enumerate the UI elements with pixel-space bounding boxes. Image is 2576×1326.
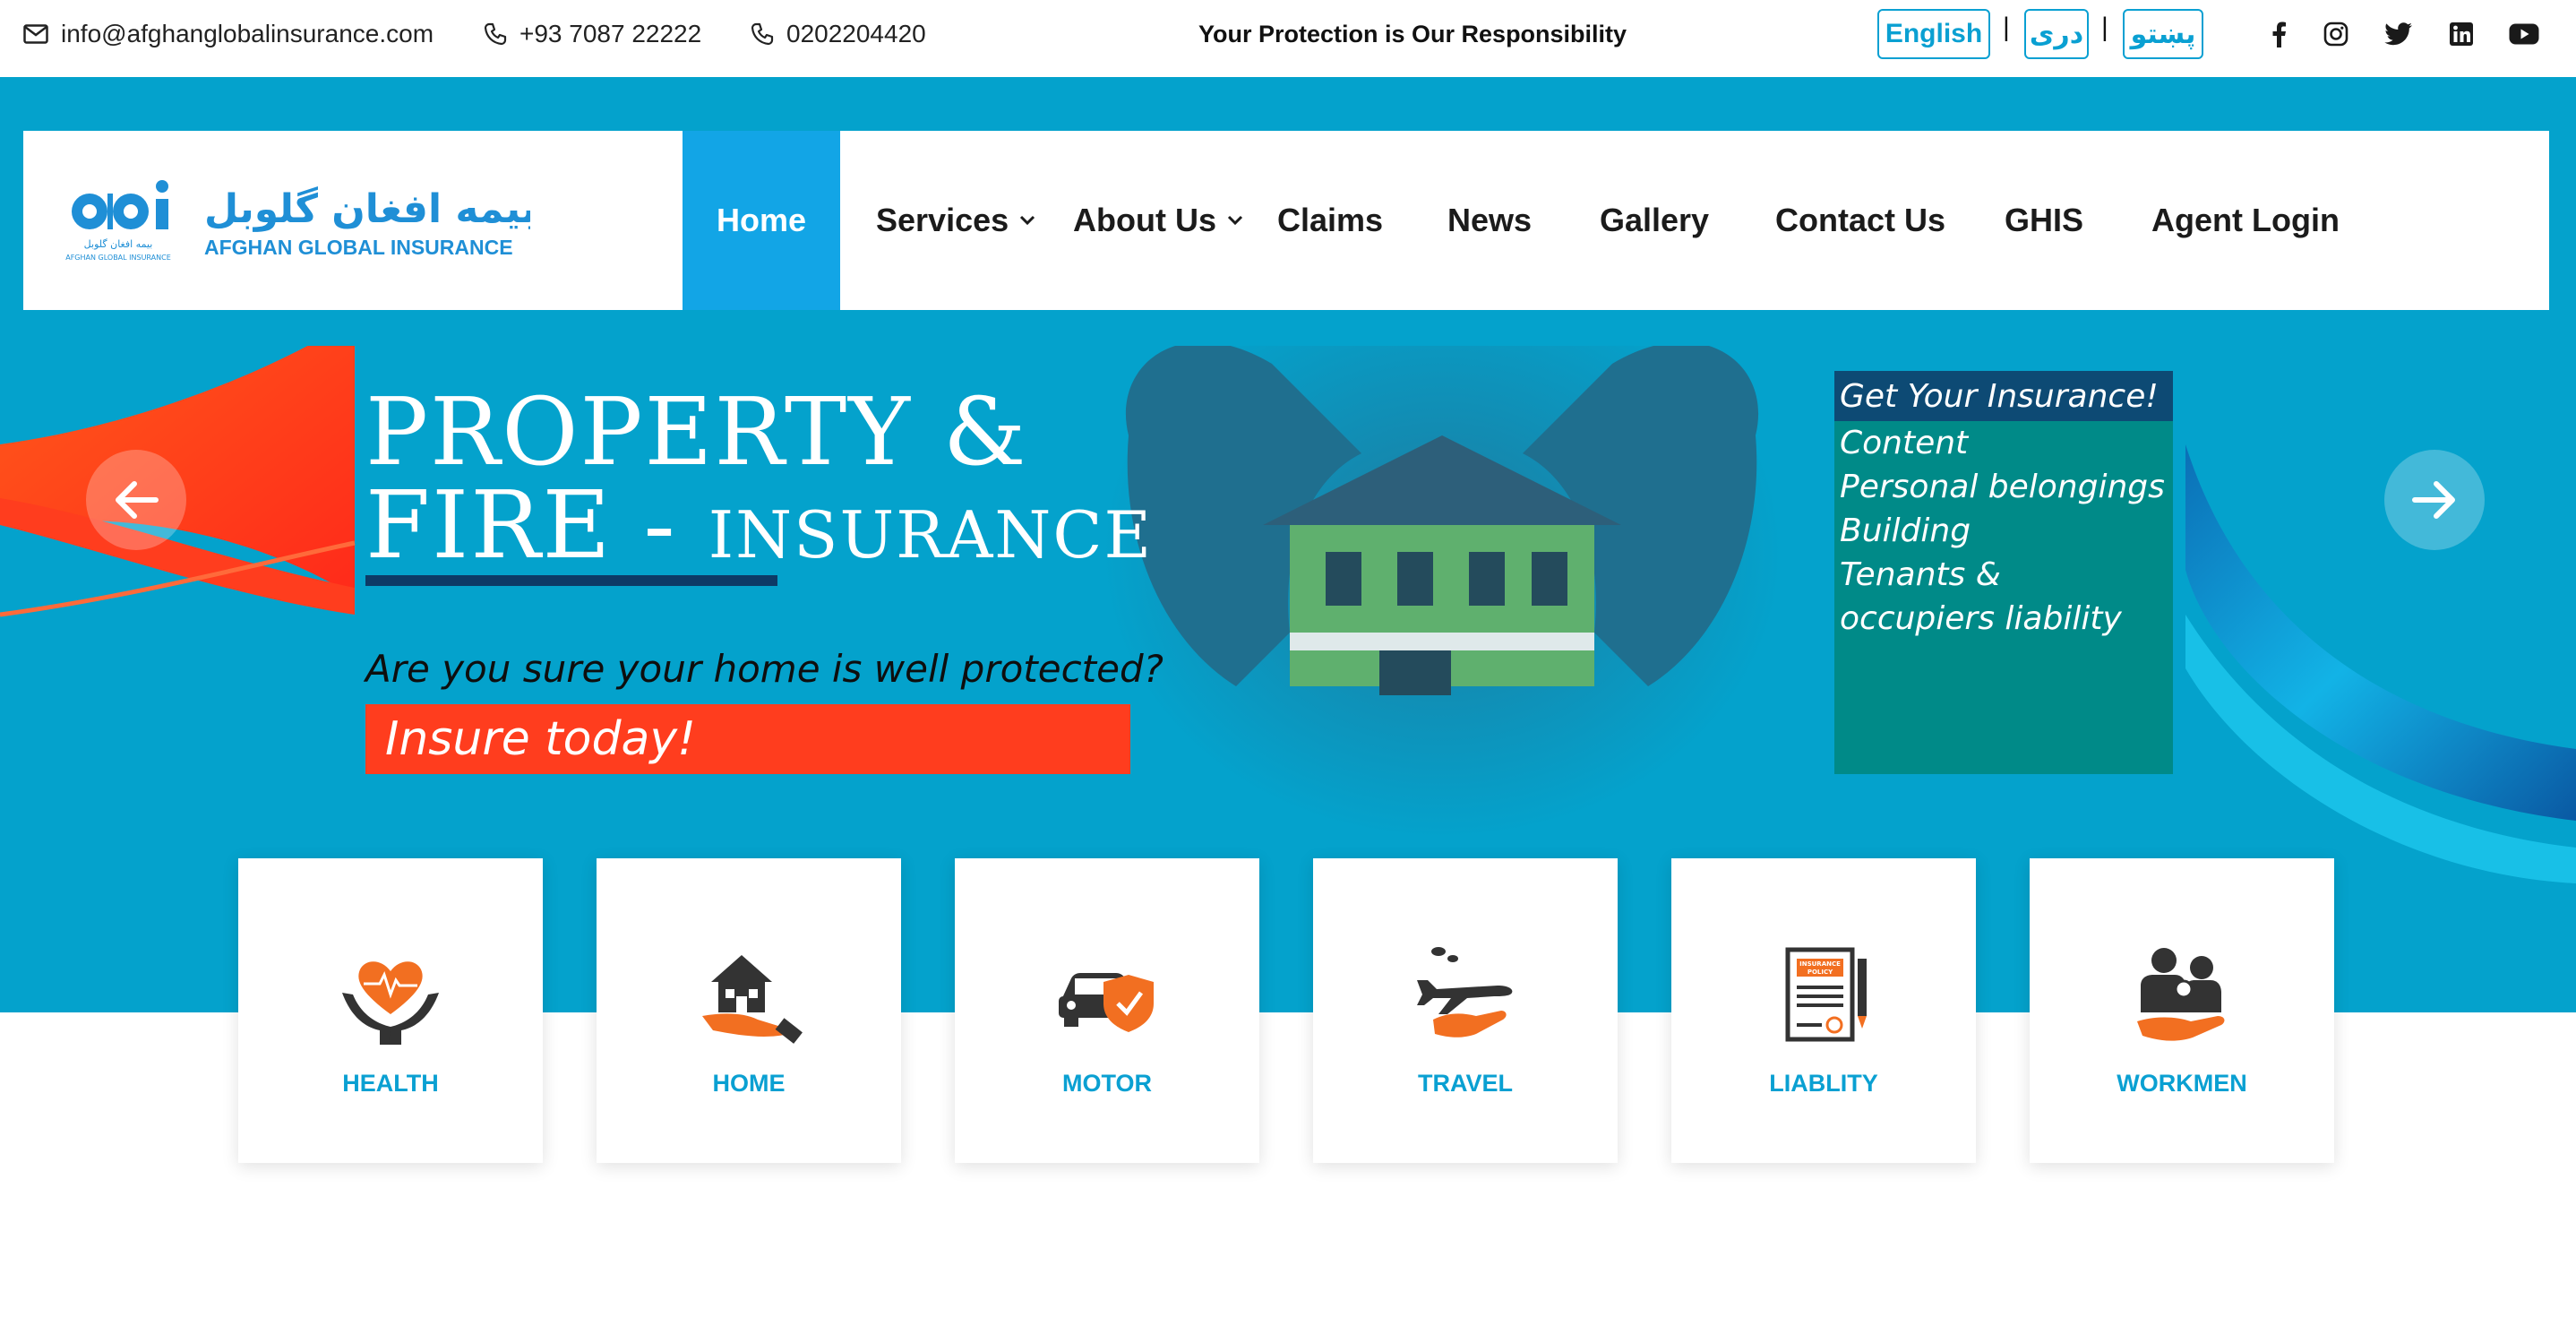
chevron-down-icon	[1020, 215, 1035, 226]
phone-icon	[484, 22, 507, 46]
svg-text:POLICY: POLICY	[1807, 969, 1833, 976]
phone-text-2: 0202204420	[786, 20, 926, 47]
lang-dari[interactable]: دری	[2024, 9, 2089, 59]
logo-mark-caption-fa: بیمه افغان گلوبل	[84, 238, 153, 250]
phone-contact-2[interactable]: 0202204420	[751, 0, 926, 68]
nav-about-us-label: About Us	[1073, 202, 1216, 238]
svg-text:INSURANCE: INSURANCE	[1799, 960, 1841, 968]
category-label: MOTOR	[1062, 1070, 1152, 1097]
workmen-icon	[2137, 948, 2225, 1041]
arrow-left-icon	[116, 481, 159, 519]
tagline: Your Protection is Our Responsibility	[1198, 20, 1627, 47]
category-card-liability[interactable]: INSURANCE POLICY LIABLITY	[1671, 858, 1976, 1163]
headline-underline	[365, 575, 777, 586]
slide-headline-small: INSURANCE	[708, 497, 1154, 573]
slide-headline-line1: PROPERTY &	[365, 377, 1028, 486]
category-label: WORKMEN	[2117, 1070, 2247, 1097]
nav-about-us[interactable]: About Us	[1073, 131, 1243, 310]
nav-gallery[interactable]: Gallery	[1600, 131, 1709, 310]
instagram-icon[interactable]	[2320, 18, 2352, 50]
category-card-workmen[interactable]: WORKMEN	[2030, 858, 2334, 1163]
top-bar: info@afghanglobalinsurance.com +93 7087 …	[0, 0, 2576, 77]
category-label: HEALTH	[342, 1070, 439, 1097]
lang-english[interactable]: English	[1877, 9, 1990, 59]
panel-item: Content	[1840, 425, 1969, 461]
panel-item: Tenants &	[1840, 556, 2001, 593]
slide-question: Are you sure your home is well protected…	[365, 647, 1163, 691]
category-label: HOME	[712, 1070, 786, 1097]
category-label: TRAVEL	[1418, 1070, 1513, 1097]
nav-claims[interactable]: Claims	[1277, 131, 1383, 310]
phone-icon	[751, 22, 774, 46]
panel-title: Get Your Insurance!	[1834, 371, 2173, 421]
slide-headline-line2: FIRE - INSURANCE	[365, 478, 1153, 572]
panel-item: occupiers liability	[1840, 600, 2122, 637]
category-label: LIABLITY	[1769, 1070, 1878, 1097]
logo-name-fa: بیمه افغان گلوبل	[204, 185, 530, 232]
nav-agent-login[interactable]: Agent Login	[2151, 131, 2340, 310]
category-card-travel[interactable]: TRAVEL	[1313, 858, 1618, 1163]
twitter-icon[interactable]	[2383, 18, 2415, 50]
health-icon	[342, 961, 439, 1045]
insurance-list-panel: Get Your Insurance! Content Personal bel…	[1834, 371, 2173, 774]
slider-prev-button[interactable]	[86, 450, 186, 550]
email-contact[interactable]: info@afghanglobalinsurance.com	[23, 0, 434, 68]
travel-icon	[1417, 947, 1513, 1038]
chevron-down-icon	[1227, 215, 1243, 226]
logo-mark-caption-en: AFGHAN GLOBAL INSURANCE	[65, 254, 171, 262]
site-logo[interactable]: بیمه افغان گلوبل AFGHAN GLOBAL INSURANCE…	[64, 177, 537, 267]
email-text: info@afghanglobalinsurance.com	[61, 20, 434, 47]
nav-home[interactable]: Home	[683, 131, 840, 310]
nav-news[interactable]: News	[1447, 131, 1532, 310]
lang-separator: |	[2101, 13, 2108, 42]
youtube-icon[interactable]	[2508, 18, 2540, 50]
slider-next-button[interactable]	[2384, 450, 2485, 550]
nav-services-label: Services	[876, 202, 1009, 238]
category-card-health[interactable]: HEALTH	[238, 858, 543, 1163]
nav-ghis[interactable]: GHIS	[2005, 131, 2083, 310]
nav-contact-us[interactable]: Contact Us	[1775, 131, 1945, 310]
home-icon	[702, 955, 803, 1044]
category-card-home[interactable]: HOME	[597, 858, 901, 1163]
motor-icon	[1059, 973, 1154, 1032]
lang-separator: |	[2003, 13, 2010, 42]
nav-services[interactable]: Services	[876, 131, 1035, 310]
lang-pashto[interactable]: پښتو	[2123, 9, 2203, 59]
arrow-right-icon	[2412, 481, 2455, 519]
phone-contact-1[interactable]: +93 7087 22222	[484, 0, 701, 68]
liability-icon: INSURANCE POLICY	[1785, 947, 1867, 1042]
panel-item: Building	[1840, 512, 1971, 549]
logo-name-en: AFGHAN GLOBAL INSURANCE	[204, 236, 513, 259]
panel-item: Personal belongings	[1840, 469, 2165, 505]
category-card-motor[interactable]: MOTOR	[955, 858, 1259, 1163]
slide-headline-main: FIRE -	[365, 470, 708, 580]
facebook-icon[interactable]	[2263, 18, 2295, 50]
envelope-icon	[23, 24, 48, 44]
slide-cta-banner: Insure today!	[365, 704, 1130, 774]
phone-text-1: +93 7087 22222	[519, 20, 702, 47]
linkedin-icon[interactable]	[2445, 18, 2477, 50]
main-navbar: بیمه افغان گلوبل AFGHAN GLOBAL INSURANCE…	[23, 131, 2549, 310]
